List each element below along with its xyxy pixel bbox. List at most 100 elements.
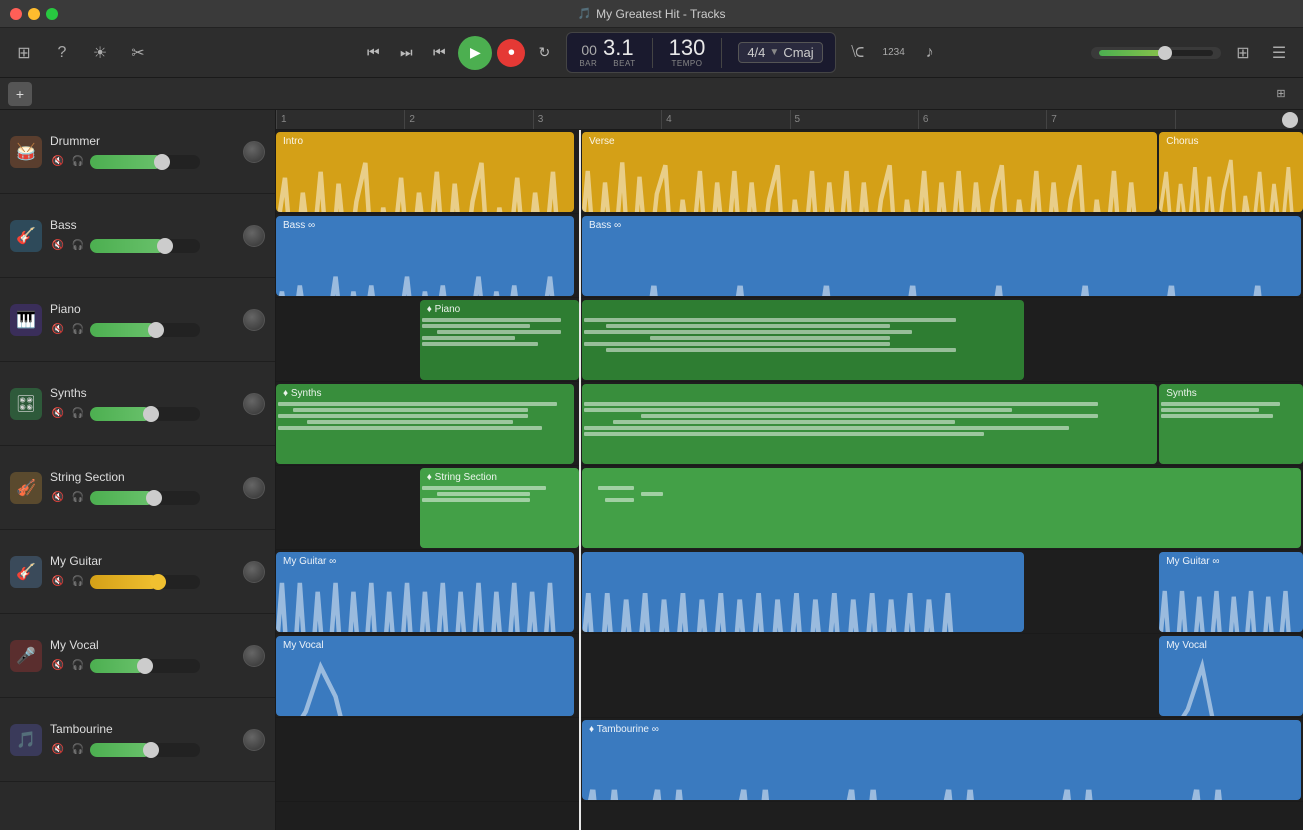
drummer-waveform-chorus	[1159, 148, 1303, 212]
midi-icon[interactable]: 1234	[880, 39, 908, 67]
headphone-icon[interactable]: 🎧	[70, 322, 86, 338]
mixer-icon[interactable]: ⊞	[1229, 39, 1257, 67]
guitar-slider-thumb[interactable]	[150, 574, 166, 590]
bass-slider-fill	[90, 239, 165, 253]
drummer-clip-intro[interactable]: Intro	[276, 132, 574, 212]
smartcontrols2-icon[interactable]: ☰	[1265, 39, 1293, 67]
tempo-value[interactable]: 130	[669, 37, 706, 59]
track-my-vocal[interactable]: 🎤 My Vocal 🔇 🎧	[0, 614, 275, 698]
maximize-button[interactable]	[46, 8, 58, 20]
strings-slider-thumb[interactable]	[146, 490, 162, 506]
track-synths[interactable]: 🎛 Synths 🔇 🎧	[0, 362, 275, 446]
track-piano[interactable]: 🎹 Piano 🔇 🎧	[0, 278, 275, 362]
piano-pan-knob[interactable]	[243, 309, 265, 331]
strings-clip-2[interactable]	[582, 468, 1301, 548]
drummer-clip-chorus[interactable]: Chorus	[1159, 132, 1303, 212]
guitar-clip-2[interactable]	[582, 552, 1024, 632]
bass-pan-knob[interactable]	[243, 225, 265, 247]
guitar-pan-knob[interactable]	[243, 561, 265, 583]
tambourine-clip-1[interactable]: ♦ Tambourine ∞	[582, 720, 1301, 800]
mute-icon[interactable]: 🔇	[50, 154, 66, 170]
mute-icon[interactable]: 🔇	[50, 238, 66, 254]
piano-volume-slider[interactable]	[90, 323, 200, 337]
track-bass[interactable]: 🎸 Bass 🔇 🎧	[0, 194, 275, 278]
library-icon[interactable]: ⊞	[10, 39, 38, 67]
timeline-track-strings: ♦ String Section	[276, 466, 1303, 550]
synths-clip-2[interactable]	[582, 384, 1157, 464]
headphone-icon[interactable]: 🎧	[70, 574, 86, 590]
drummer-pan-knob[interactable]	[243, 141, 265, 163]
tambourine-volume-slider[interactable]	[90, 743, 200, 757]
collapse-all-button[interactable]: ⊞	[1267, 80, 1295, 108]
mute-icon[interactable]: 🔇	[50, 490, 66, 506]
guitar-clip-3[interactable]: My Guitar ∞	[1159, 552, 1303, 632]
headphone-icon[interactable]: 🎧	[70, 742, 86, 758]
vocal-clip-1[interactable]: My Vocal	[276, 636, 574, 716]
tambourine-pan-knob[interactable]	[243, 729, 265, 751]
guitar-clip-1[interactable]: My Guitar ∞	[276, 552, 574, 632]
headphone-icon[interactable]: 🎧	[70, 406, 86, 422]
window-controls[interactable]	[10, 8, 58, 20]
synths-clip-1[interactable]: ♦ Synths	[276, 384, 574, 464]
guitar-volume-slider[interactable]	[90, 575, 200, 589]
drummer-volume-slider[interactable]	[90, 155, 200, 169]
tuner-icon[interactable]: ⟈	[844, 39, 872, 67]
strings-volume-slider[interactable]	[90, 491, 200, 505]
track-string-section[interactable]: 🎻 String Section 🔇 🎧	[0, 446, 275, 530]
vocal-slider-thumb[interactable]	[137, 658, 153, 674]
tempo-label: TEMPO	[669, 59, 706, 68]
toolbar-center-section: ⏮ ⏭ ⏮ ▶ ⏺ ↻ 00 3.1 BAR BEAT 130 TE	[359, 32, 943, 73]
track-tambourine[interactable]: 🎵 Tambourine 🔇 🎧	[0, 698, 275, 782]
track-drummer[interactable]: 🥁 Drummer 🔇 🎧	[0, 110, 275, 194]
mute-icon[interactable]: 🔇	[50, 406, 66, 422]
strings-clip-1[interactable]: ♦ String Section	[420, 468, 579, 548]
piano-clip-1[interactable]: ♦ Piano	[420, 300, 579, 380]
mute-icon[interactable]: 🔇	[50, 742, 66, 758]
help-icon[interactable]: ?	[48, 39, 76, 67]
drummer-slider-thumb[interactable]	[154, 154, 170, 170]
vocal-clip-2[interactable]: My Vocal	[1159, 636, 1303, 716]
scissors-icon[interactable]: ✂	[124, 39, 152, 67]
cycle-button[interactable]: ↻	[530, 39, 558, 67]
volume-thumb[interactable]	[1158, 46, 1172, 60]
headphone-icon[interactable]: 🎧	[70, 658, 86, 674]
fast-forward-button[interactable]: ⏭	[392, 39, 420, 67]
time-signature-display[interactable]: 4/4 ▼ Cmaj	[738, 42, 822, 64]
volume-track[interactable]	[1099, 50, 1213, 56]
vocal-pan-knob[interactable]	[243, 645, 265, 667]
mute-icon[interactable]: 🔇	[50, 322, 66, 338]
rewind-button[interactable]: ⏮	[359, 39, 387, 67]
ruler-scrollbar[interactable]	[1282, 112, 1298, 128]
synths-volume-slider[interactable]	[90, 407, 200, 421]
metronome-icon[interactable]: ♪	[916, 39, 944, 67]
skip-back-button[interactable]: ⏮	[425, 39, 453, 67]
bass-clip-2[interactable]: Bass ∞	[582, 216, 1301, 296]
piano-clip-2[interactable]	[582, 300, 1024, 380]
vocal-volume-slider[interactable]	[90, 659, 200, 673]
headphone-icon[interactable]: 🎧	[70, 238, 86, 254]
strings-pan-knob[interactable]	[243, 477, 265, 499]
tambourine-slider-thumb[interactable]	[143, 742, 159, 758]
synths-slider-thumb[interactable]	[143, 406, 159, 422]
add-track-button[interactable]: +	[8, 82, 32, 106]
synths-pan-knob[interactable]	[243, 393, 265, 415]
piano-slider-thumb[interactable]	[148, 322, 164, 338]
bar-label: BAR	[579, 59, 597, 68]
smartcontrols-icon[interactable]: ☀	[86, 39, 114, 67]
synths-clip-3[interactable]: Synths	[1159, 384, 1303, 464]
mute-icon[interactable]: 🔇	[50, 574, 66, 590]
mute-icon[interactable]: 🔇	[50, 658, 66, 674]
bass-slider-thumb[interactable]	[157, 238, 173, 254]
master-volume[interactable]	[1091, 47, 1221, 59]
minimize-button[interactable]	[28, 8, 40, 20]
bass-volume-slider[interactable]	[90, 239, 200, 253]
close-button[interactable]	[10, 8, 22, 20]
play-button[interactable]: ▶	[458, 36, 492, 70]
bass-clip-1[interactable]: Bass ∞	[276, 216, 574, 296]
headphone-icon[interactable]: 🎧	[70, 154, 86, 170]
record-button[interactable]: ⏺	[497, 39, 525, 67]
headphone-icon[interactable]: 🎧	[70, 490, 86, 506]
track-my-guitar[interactable]: 🎸 My Guitar 🔇 🎧	[0, 530, 275, 614]
drummer-clip-verse[interactable]: Verse	[582, 132, 1157, 212]
playhead[interactable]	[579, 130, 581, 830]
